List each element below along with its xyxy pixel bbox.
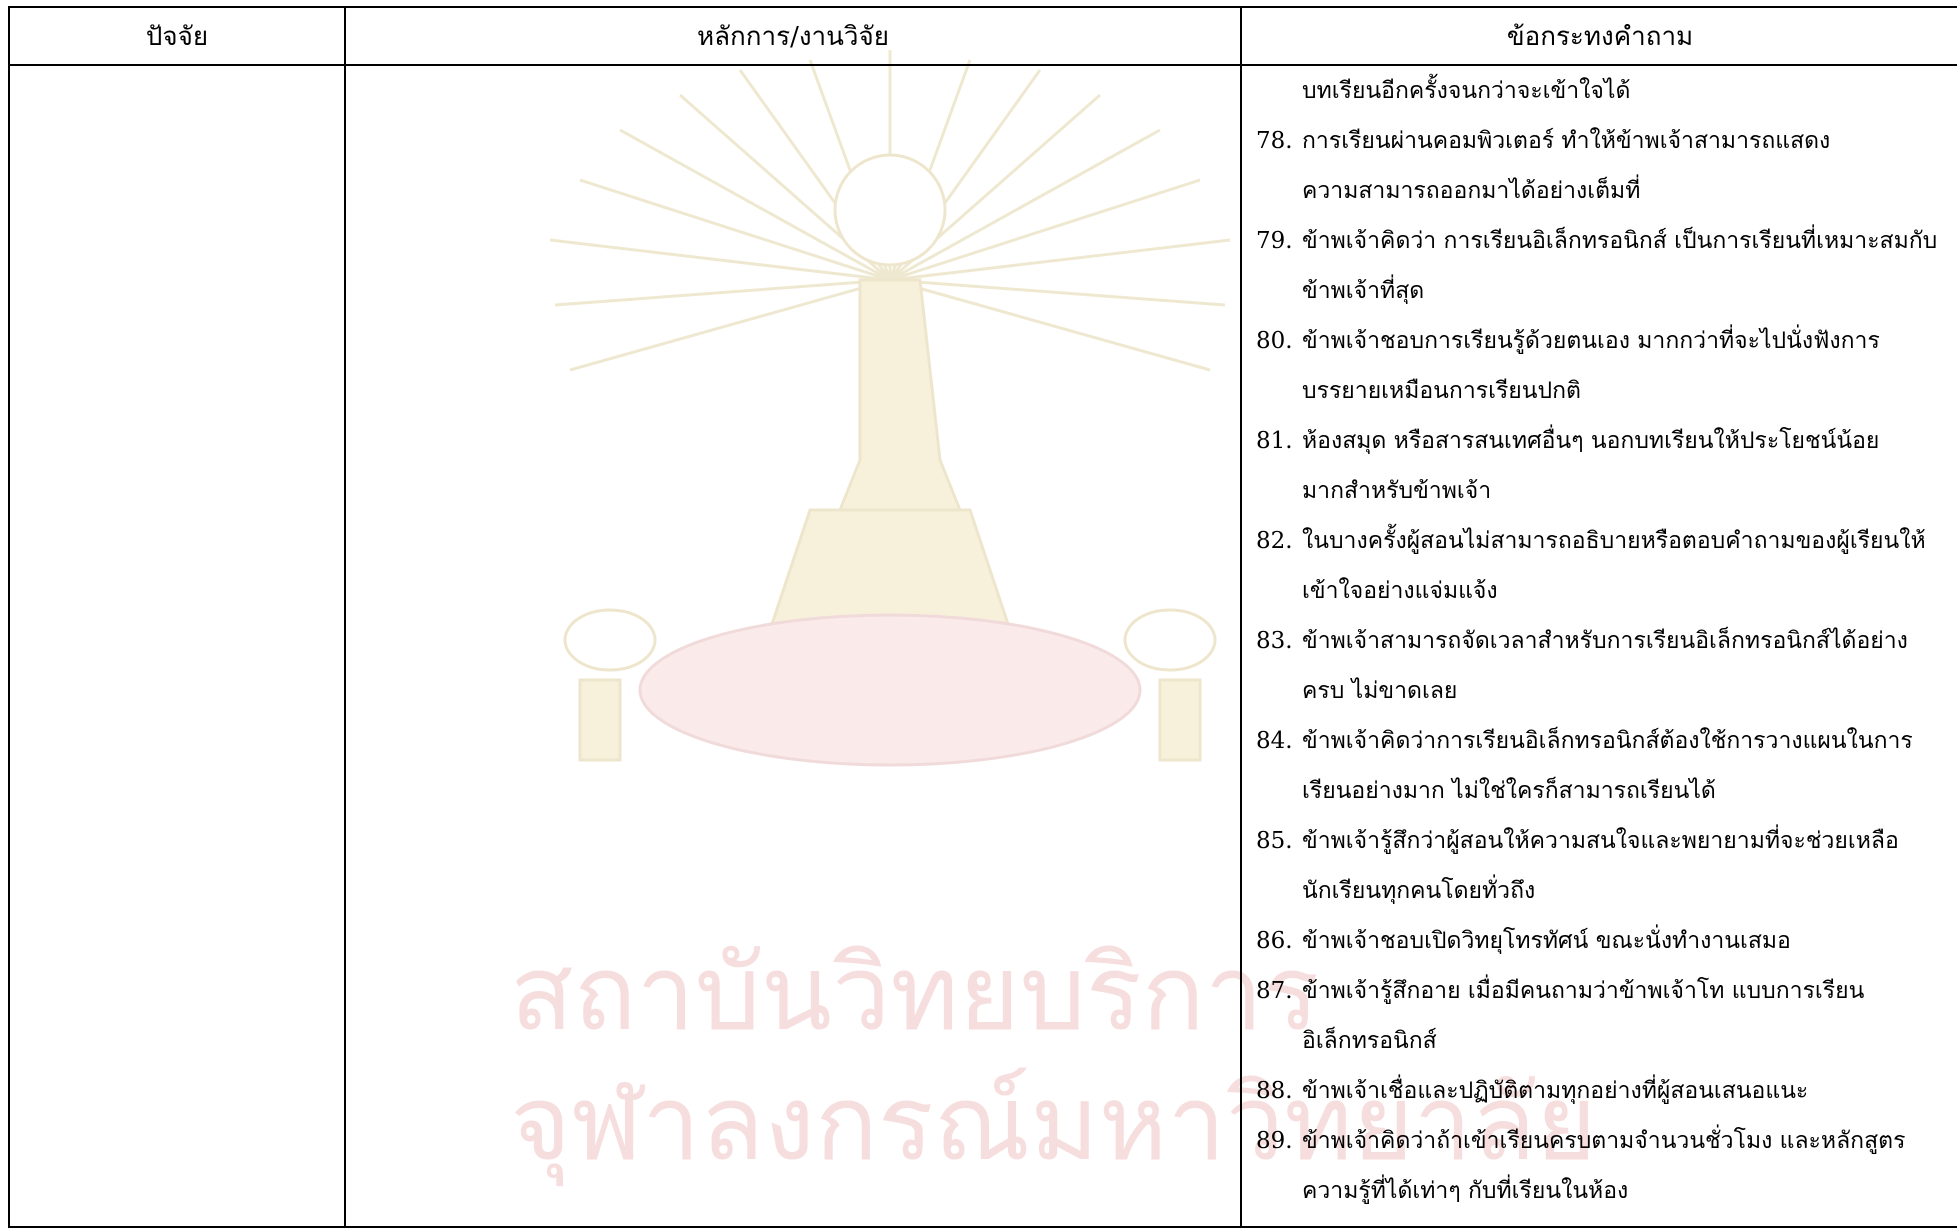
question-number [1256,866,1302,916]
question-number: 82. [1256,528,1293,554]
table-row: บทเรียนอีกครั้งจนกว่าจะเข้าใจได้ 78. การเร… [8,64,1957,1228]
question-line: ข้าพเจ้าที่สุด [1256,266,1950,316]
question-number [1256,766,1302,816]
question-text: ข้าพเจ้าคิดว่า การเรียนอิเล็กทรอนิกส์ เป… [1302,228,1938,254]
question-text: อิเล็กทรอนิกส์ [1302,1028,1437,1054]
question-text: ข้าพเจ้าคิดว่าการเรียนอิเล็กทรอนิกส์ต้อง… [1302,728,1913,754]
question-number: 87. [1256,978,1293,1004]
question-text: ข้าพเจ้ารู้สึกอาย เมื่อมีคนถามว่าข้าพเจ้… [1302,978,1865,1004]
question-line: ความสามารถออกมาได้อย่างเต็มที่ [1256,166,1950,216]
question-number: 79. [1256,228,1293,254]
question-number [1256,566,1302,616]
question-number [1256,1016,1302,1066]
question-text: เข้าใจอย่างแจ่มแจ้ง [1302,578,1498,604]
question-number: 89. [1256,1128,1293,1154]
question-line: 84. ข้าพเจ้าคิดว่าการเรียนอิเล็กทรอนิกส์ต… [1256,716,1950,766]
question-number [1256,266,1302,316]
question-number: 83. [1256,628,1293,654]
question-line: 88. ข้าพเจ้าเชื่อและปฏิบัติตามทุกอย่างที่… [1256,1066,1950,1116]
question-line: 86. ข้าพเจ้าชอบเปิดวิทยุโทรทัศน์ ขณะนั่งท… [1256,916,1950,966]
question-line: 82. ในบางครั้งผู้สอนไม่สามารถอธิบายหรือตอ… [1256,516,1950,566]
question-text: ความสามารถออกมาได้อย่างเต็มที่ [1302,178,1641,204]
question-line: 83. ข้าพเจ้าสามารถจัดเวลาสำหรับการเรียนอิ… [1256,616,1950,666]
question-text: การเรียนผ่านคอมพิวเตอร์ ทำให้ข้าพเจ้าสาม… [1302,128,1831,154]
question-number: 85. [1256,828,1293,854]
question-line: 89. ข้าพเจ้าคิดว่าถ้าเข้าเรียนครบตามจำนวน… [1256,1116,1950,1166]
question-line: นักเรียนทุกคนโดยทั่วถึง [1256,866,1950,916]
principles-cell [344,64,1242,1228]
question-line: ครบ ไม่ขาดเลย [1256,666,1950,716]
question-line: ความรู้ที่ได้เท่าๆ กับที่เรียนในห้อง [1256,1166,1950,1216]
question-number [1256,66,1302,116]
header-factor: ปัจจัย [8,6,346,66]
header-principles-research: หลักการ/งานวิจัย [344,6,1242,66]
question-list: บทเรียนอีกครั้งจนกว่าจะเข้าใจได้ 78. การเร… [1242,66,1957,1216]
question-line: บรรยายเหมือนการเรียนปกติ [1256,366,1950,416]
question-line: มากสำหรับข้าพเจ้า [1256,466,1950,516]
questionnaire-table: ปัจจัย หลักการ/งานวิจัย ข้อกระทงคำถาม บท… [8,6,1957,1228]
question-number: 86. [1256,928,1293,954]
question-number: 88. [1256,1078,1293,1104]
question-text: มากสำหรับข้าพเจ้า [1302,478,1492,504]
question-line: บทเรียนอีกครั้งจนกว่าจะเข้าใจได้ [1256,66,1950,116]
question-line: เข้าใจอย่างแจ่มแจ้ง [1256,566,1950,616]
question-number [1256,166,1302,216]
question-text: ข้าพเจ้าเชื่อและปฏิบัติตามทุกอย่างที่ผู้… [1302,1078,1809,1104]
question-text: ข้าพเจ้ารู้สึกว่าผู้สอนให้ความสนใจและพยา… [1302,828,1899,854]
question-number: 84. [1256,728,1293,754]
question-number: 78. [1256,128,1293,154]
question-text: ห้องสมุด หรือสารสนเทศอื่นๆ นอกบทเรียนให้… [1302,428,1880,454]
question-text: บทเรียนอีกครั้งจนกว่าจะเข้าใจได้ [1302,78,1631,104]
question-number [1256,466,1302,516]
question-text: ข้าพเจ้าชอบการเรียนรู้ด้วยตนเอง มากกว่าท… [1302,328,1880,354]
question-number: 81. [1256,428,1293,454]
question-text: ในบางครั้งผู้สอนไม่สามารถอธิบายหรือตอบคำ… [1302,528,1926,554]
question-line: 87. ข้าพเจ้ารู้สึกอาย เมื่อมีคนถามว่าข้าพ… [1256,966,1950,1016]
table-header-row: ปัจจัย หลักการ/งานวิจัย ข้อกระทงคำถาม [8,6,1957,66]
question-text: ข้าพเจ้าสามารถจัดเวลาสำหรับการเรียนอิเล็… [1302,628,1908,654]
question-text: บรรยายเหมือนการเรียนปกติ [1302,378,1581,404]
question-text: นักเรียนทุกคนโดยทั่วถึง [1302,878,1536,904]
questions-cell: บทเรียนอีกครั้งจนกว่าจะเข้าใจได้ 78. การเร… [1240,64,1957,1228]
question-line: 81. ห้องสมุด หรือสารสนเทศอื่นๆ นอกบทเรียน… [1256,416,1950,466]
question-line: 80. ข้าพเจ้าชอบการเรียนรู้ด้วยตนเอง มากกว… [1256,316,1950,366]
question-line: เรียนอย่างมาก ไม่ใช่ใครก็สามารถเรียนได้ [1256,766,1950,816]
question-text: เรียนอย่างมาก ไม่ใช่ใครก็สามารถเรียนได้ [1302,778,1716,804]
question-text: ครบ ไม่ขาดเลย [1302,678,1458,704]
question-number [1256,366,1302,416]
question-number [1256,1166,1302,1216]
question-number [1256,666,1302,716]
question-text: ข้าพเจ้าชอบเปิดวิทยุโทรทัศน์ ขณะนั่งทำงา… [1302,928,1791,954]
header-question-items: ข้อกระทงคำถาม [1240,6,1957,66]
question-line: อิเล็กทรอนิกส์ [1256,1016,1950,1066]
question-line: 85. ข้าพเจ้ารู้สึกว่าผู้สอนให้ความสนใจและ… [1256,816,1950,866]
question-text: ข้าพเจ้าคิดว่าถ้าเข้าเรียนครบตามจำนวนชั่… [1302,1128,1906,1154]
question-text: ความรู้ที่ได้เท่าๆ กับที่เรียนในห้อง [1302,1178,1629,1204]
question-number: 80. [1256,328,1293,354]
factor-cell [8,64,346,1228]
question-text: ข้าพเจ้าที่สุด [1302,278,1425,304]
question-line: 79. ข้าพเจ้าคิดว่า การเรียนอิเล็กทรอนิกส์… [1256,216,1950,266]
question-line: 78. การเรียนผ่านคอมพิวเตอร์ ทำให้ข้าพเจ้า… [1256,116,1950,166]
